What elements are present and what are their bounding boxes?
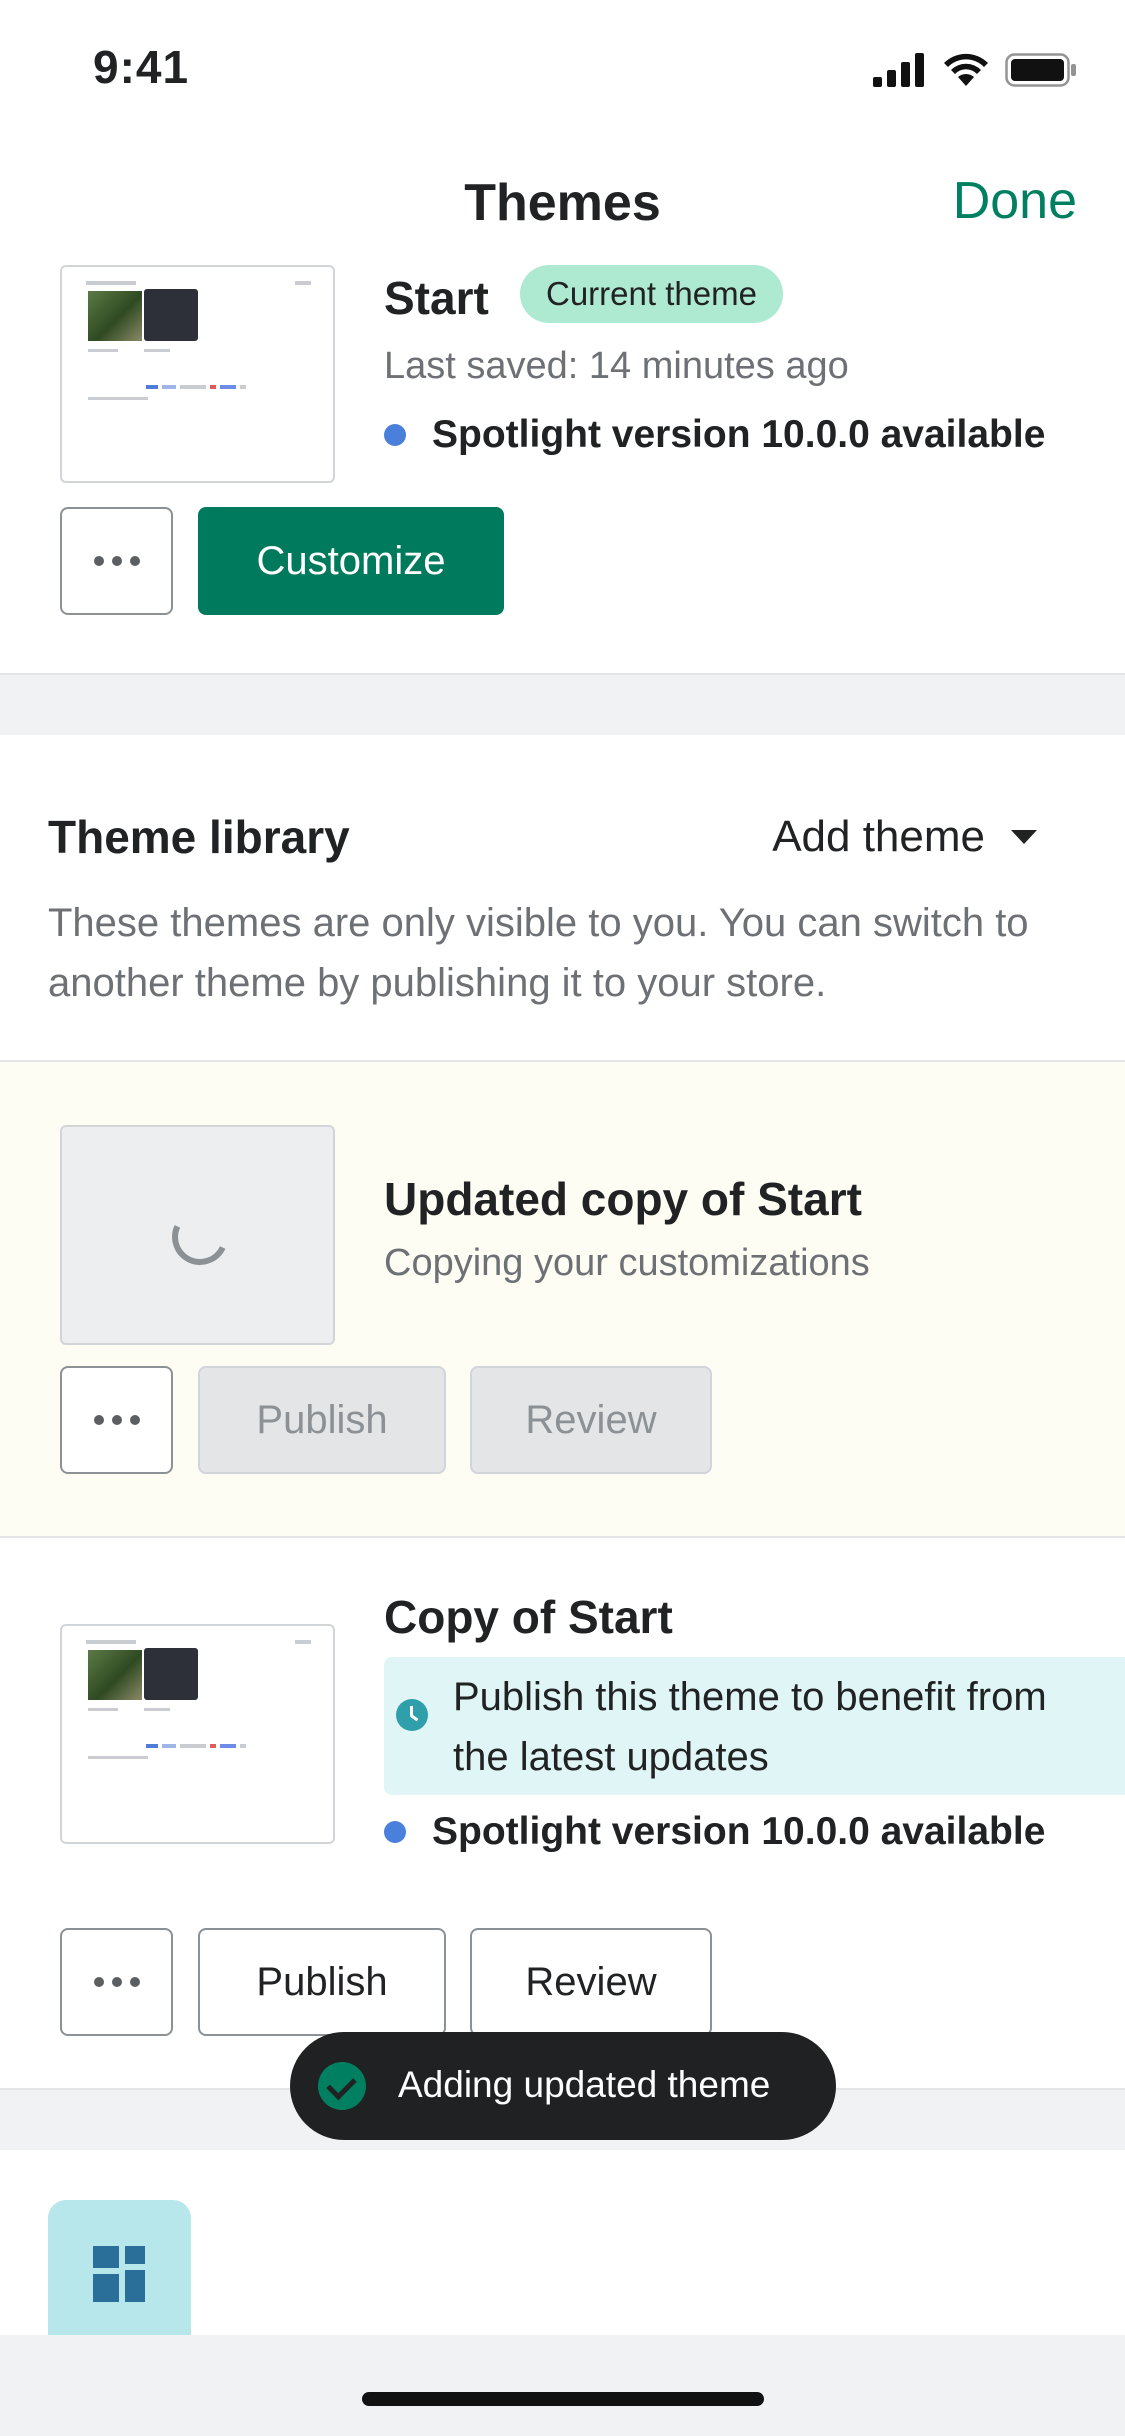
updated-theme-more-button[interactable]: [60, 1366, 173, 1474]
add-theme-label: Add theme: [772, 812, 985, 861]
copy-theme-name: Copy of Start: [384, 1591, 673, 1643]
updated-theme-name: Updated copy of Start: [384, 1173, 862, 1225]
loading-thumbnail: [60, 1125, 335, 1345]
current-theme-badge: Current theme: [520, 265, 783, 323]
info-dot-icon: [384, 1821, 406, 1843]
add-theme-button[interactable]: Add theme: [772, 812, 1037, 862]
nav-bar: Themes Done: [0, 135, 1125, 265]
copy-theme-thumbnail: [60, 1624, 335, 1844]
clock-icon: [396, 1699, 428, 1731]
bottom-panel: [0, 2150, 1125, 2335]
copy-version-notice: Spotlight version 10.0.0 available: [384, 1810, 1045, 1854]
version-notice-text: Spotlight version 10.0.0 available: [432, 413, 1046, 456]
theme-card-copy: Copy of Start Publish this theme to bene…: [0, 1540, 1125, 2090]
check-circle-icon: [318, 2062, 366, 2110]
spinner-icon: [164, 1201, 236, 1273]
updated-theme-status: Copying your customizations: [384, 1242, 870, 1284]
current-theme-card: Start Current theme Last saved: 14 minut…: [0, 265, 1125, 675]
signal-icon: [873, 53, 924, 87]
info-dot-icon: [384, 424, 406, 446]
wifi-icon: [944, 53, 988, 86]
more-icon: [93, 556, 140, 566]
updated-theme-publish-button: Publish: [198, 1366, 446, 1474]
theme-card-updating: Updated copy of Start Copying your custo…: [0, 1060, 1125, 1538]
done-button[interactable]: Done: [953, 171, 1077, 231]
theme-library-description: These themes are only visible to you. Yo…: [48, 901, 1029, 1005]
copy-theme-publish-button[interactable]: Publish: [198, 1928, 446, 2036]
current-theme-more-button[interactable]: [60, 507, 173, 615]
updated-theme-review-button: Review: [470, 1366, 712, 1474]
update-notice-banner: Publish this theme to benefit from the l…: [384, 1657, 1125, 1795]
copy-version-notice-text: Spotlight version 10.0.0 available: [432, 1810, 1046, 1853]
copy-theme-more-button[interactable]: [60, 1928, 173, 2036]
version-notice: Spotlight version 10.0.0 available: [384, 413, 1045, 457]
layout-button[interactable]: [48, 2200, 191, 2335]
more-icon: [93, 1415, 140, 1425]
theme-library-section: Theme library Add theme These themes are…: [0, 735, 1125, 2090]
chevron-down-icon: [1011, 830, 1037, 844]
status-time: 9:41: [93, 41, 190, 93]
toast-message: Adding updated theme: [398, 2064, 771, 2105]
copy-theme-review-button[interactable]: Review: [470, 1928, 712, 2036]
home-indicator[interactable]: [362, 2392, 764, 2406]
status-bar: 9:41: [0, 0, 1125, 135]
status-icons: [873, 50, 1077, 90]
customize-button[interactable]: Customize: [198, 507, 504, 615]
more-icon: [93, 1977, 140, 1987]
update-notice-text: Publish this theme to benefit from the l…: [453, 1675, 1047, 1779]
current-theme-thumbnail: [60, 265, 335, 483]
battery-icon: [1005, 53, 1076, 87]
current-theme-name: Start: [384, 272, 489, 324]
theme-library-title: Theme library: [48, 811, 350, 863]
last-saved-text: Last saved: 14 minutes ago: [384, 345, 849, 387]
toast: Adding updated theme: [290, 2032, 836, 2140]
